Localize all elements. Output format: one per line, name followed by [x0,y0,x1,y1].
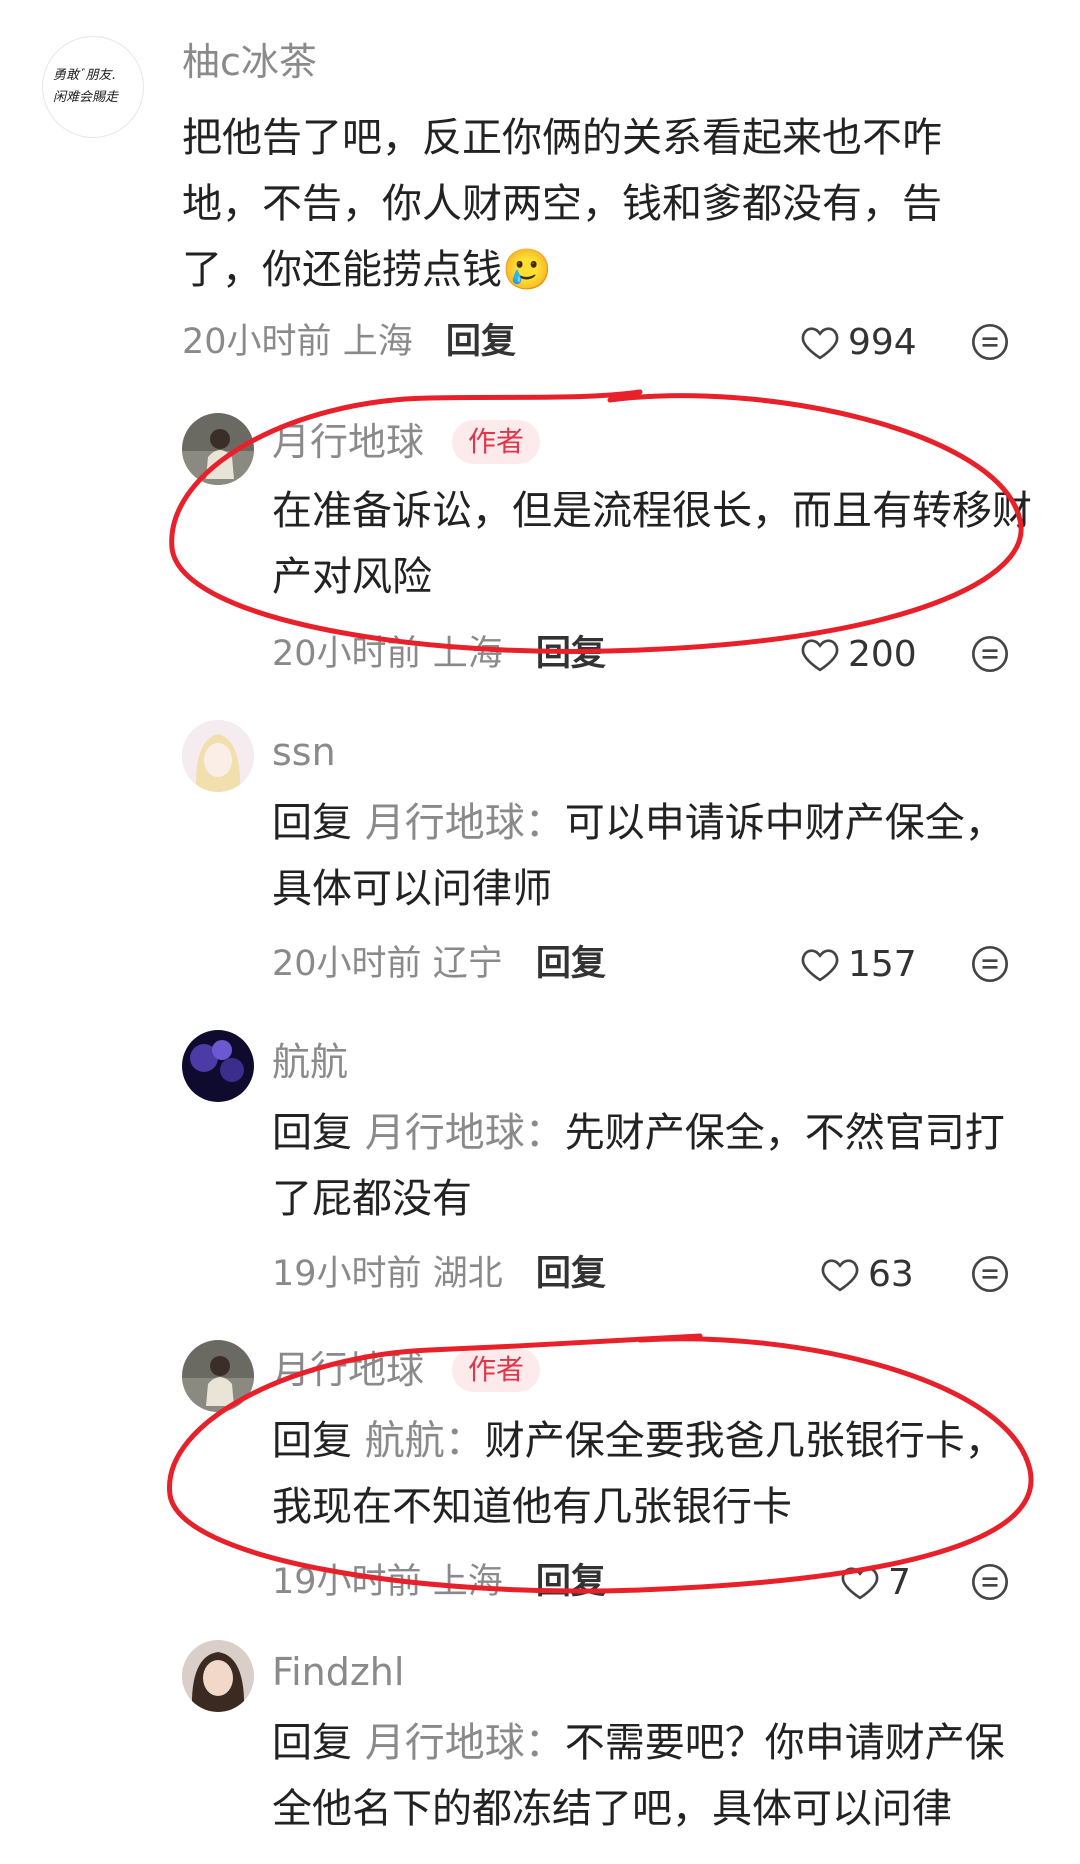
comment-meta: 20小时前 辽宁 回复 [272,942,606,986]
reply-button[interactable]: 回复 [536,1254,606,1294]
author-badge: 作者 [452,420,541,464]
comment-text: 把他告了吧，反正你俩的关系看起来也不咋地，不告，你人财两空，钱和爹都没有，告了，… [182,115,942,293]
reply-prefix: 回复 [272,1418,352,1464]
reply-button[interactable]: 回复 [536,634,606,674]
like-count: 63 [868,1253,914,1295]
heart-icon [841,1567,879,1600]
reply-button[interactable]: 回复 [446,322,516,362]
heart-icon [801,639,839,672]
reply-button[interactable]: 回复 [536,1562,606,1602]
heart-icon [801,949,839,982]
avatar[interactable] [182,1030,254,1102]
svg-text:勇敢ﾞ朋友.: 勇敢ﾞ朋友. [53,67,116,83]
location: 辽宁 [432,944,503,984]
username[interactable]: 月行地球 [272,420,424,464]
like-count: 994 [848,321,917,363]
avatar[interactable]: 勇敢ﾞ朋友. 闲难会賜走 [42,36,144,138]
comment-text: 回复 航航：财产保全要我爸几张银行卡，我现在不知道他有几张银行卡 [272,1418,1005,1530]
location: 上海 [432,634,503,674]
comment-meta: 19小时前 湖北 回复 [272,1252,606,1296]
timestamp: 19小时前 [272,1254,422,1294]
comment-text: 回复 月行地球：先财产保全，不然官司打了屁都没有 [272,1110,1005,1222]
more-dots-icon[interactable] [970,322,1010,362]
location: 上海 [432,1562,503,1602]
comment-text: 回复 月行地球：可以申请诉中财产保全，具体可以问律师 [272,800,1005,912]
reply-target-user[interactable]: 航航 [365,1418,445,1464]
like-button[interactable]: 994 [800,320,917,364]
like-button[interactable]: 200 [800,632,917,676]
timestamp: 19小时前 [272,1562,422,1602]
comment-meta: 19小时前 上海 回复 [272,1560,606,1604]
reply-target-user[interactable]: 月行地球 [365,1720,525,1766]
username[interactable]: Findzhl [272,1650,404,1694]
comment-meta: 20小时前 上海 回复 [272,632,606,676]
svg-text:闲难会賜走: 闲难会賜走 [53,90,119,105]
like-button[interactable]: 7 [840,1560,911,1604]
like-count: 200 [848,633,917,675]
more-dots-icon[interactable] [970,1254,1010,1294]
more-dots-icon[interactable] [970,634,1010,674]
comment-text: 回复 月行地球：不需要吧？你申请财产保全他名下的都冻结了吧，具体可以问律 [272,1720,1005,1832]
reply-button[interactable]: 回复 [536,944,606,984]
location: 湖北 [432,1254,503,1294]
reply-prefix: 回复 [272,800,352,846]
reply-prefix: 回复 [272,1720,352,1766]
like-count: 157 [848,943,917,985]
photo-avatar-image [182,1340,254,1412]
username[interactable]: 航航 [272,1040,348,1084]
username[interactable]: 月行地球 [272,1348,424,1392]
heart-icon [821,1259,859,1292]
like-count: 7 [888,1561,911,1603]
avatar[interactable] [182,1640,254,1712]
like-button[interactable]: 157 [800,942,917,986]
author-badge: 作者 [452,1348,541,1392]
anime-avatar-image [182,720,254,792]
more-dots-icon[interactable] [970,944,1010,984]
photo-avatar-image [182,413,254,485]
timestamp: 20小时前 [182,322,332,362]
comment-meta: 20小时前 上海 回复 [182,320,516,364]
comment-text: 在准备诉讼，但是流程很长，而且有转移财产对风险 [272,488,1032,600]
heart-icon [801,327,839,360]
handwriting-avatar-image: 勇敢ﾞ朋友. 闲难会賜走 [53,67,119,105]
username[interactable]: 柚c冰茶 [182,40,317,84]
avatar[interactable] [182,413,254,485]
like-button[interactable]: 63 [820,1252,914,1296]
avatar[interactable] [182,720,254,792]
location: 上海 [342,322,413,362]
reply-prefix: 回复 [272,1110,352,1156]
comment-item: 勇敢ﾞ朋友. 闲难会賜走 柚c冰茶 把他告了吧，反正你俩的关系看起来也不咋地，不… [0,0,1080,363]
timestamp: 20小时前 [272,944,422,984]
reply-target-user[interactable]: 月行地球 [365,800,525,846]
photo-avatar-image [182,1640,254,1712]
avatar[interactable] [182,1340,254,1412]
more-dots-icon[interactable] [970,1562,1010,1602]
night-tree-avatar-image [182,1030,254,1102]
timestamp: 20小时前 [272,634,422,674]
username[interactable]: ssn [272,730,336,774]
reply-target-user[interactable]: 月行地球 [365,1110,525,1156]
